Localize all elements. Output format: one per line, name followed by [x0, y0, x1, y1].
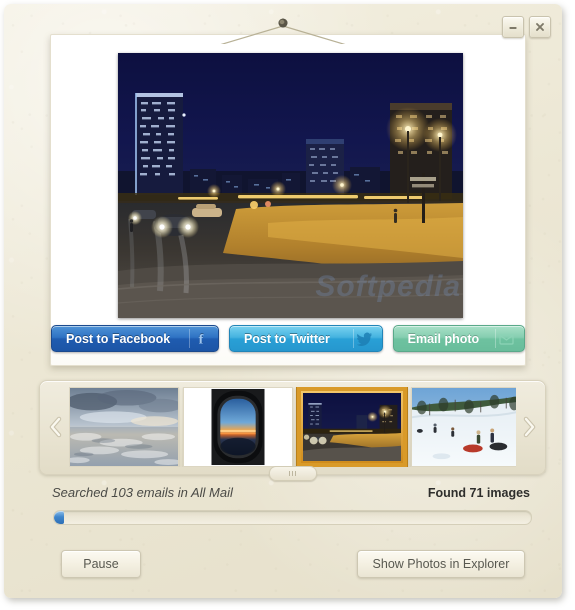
- thumbnail-strip: [39, 380, 546, 481]
- main-photo-image: [118, 53, 463, 318]
- thumbnail-item-clouds[interactable]: [69, 387, 179, 467]
- twitter-bird-icon: [352, 329, 376, 348]
- thumbnail-track: [69, 387, 516, 467]
- photo-card: Softpedia Post to Facebook f Post to Twi…: [50, 34, 526, 366]
- chevron-left-icon: [49, 416, 62, 438]
- email-photo-label: Email photo: [407, 331, 480, 346]
- close-button[interactable]: [529, 16, 551, 38]
- thumbnail-image-city-night: [303, 393, 401, 461]
- envelope-icon: [494, 329, 518, 348]
- post-to-facebook-label: Post to Facebook: [66, 331, 171, 346]
- status-row: Searched 103 emails in All Mail Found 71…: [52, 485, 530, 500]
- thumbnail-item-snow-hill[interactable]: [411, 387, 516, 467]
- application-window: Softpedia Post to Facebook f Post to Twi…: [4, 4, 562, 598]
- close-icon: [536, 23, 544, 31]
- post-to-twitter-label: Post to Twitter: [243, 331, 330, 346]
- main-photo[interactable]: Softpedia: [118, 53, 463, 318]
- thumbnail-prev-button[interactable]: [43, 402, 69, 452]
- thumbnail-image-snow-hill: [412, 388, 516, 466]
- thumbnail-image-clouds: [70, 388, 178, 466]
- thumbnail-item-city-night[interactable]: [297, 387, 407, 467]
- facebook-icon: f: [188, 329, 212, 348]
- share-button-bar: Post to Facebook f Post to Twitter Email…: [51, 325, 525, 352]
- thumbnail-item-airplane-window[interactable]: [183, 387, 293, 467]
- thumbnail-image-airplane-window: [184, 388, 292, 466]
- minimize-icon: [509, 27, 517, 29]
- chevron-right-icon: [523, 416, 536, 438]
- window-controls: [502, 16, 551, 38]
- post-to-twitter-button[interactable]: Post to Twitter: [228, 325, 383, 352]
- svg-text:f: f: [199, 333, 204, 347]
- minimize-button[interactable]: [502, 16, 524, 38]
- search-status-text: Searched 103 emails in All Mail: [52, 485, 233, 500]
- pause-button[interactable]: Pause: [61, 550, 141, 578]
- found-images-text: Found 71 images: [427, 486, 530, 500]
- search-progress-fill: [54, 511, 64, 524]
- email-photo-button[interactable]: Email photo: [392, 325, 525, 352]
- thumbnail-next-button[interactable]: [516, 402, 542, 452]
- post-to-facebook-button[interactable]: Post to Facebook f: [51, 325, 219, 352]
- show-photos-in-explorer-button[interactable]: Show Photos in Explorer: [357, 550, 525, 578]
- search-progress-bar: [53, 510, 532, 525]
- thumbnail-scroll-grip[interactable]: [268, 466, 317, 481]
